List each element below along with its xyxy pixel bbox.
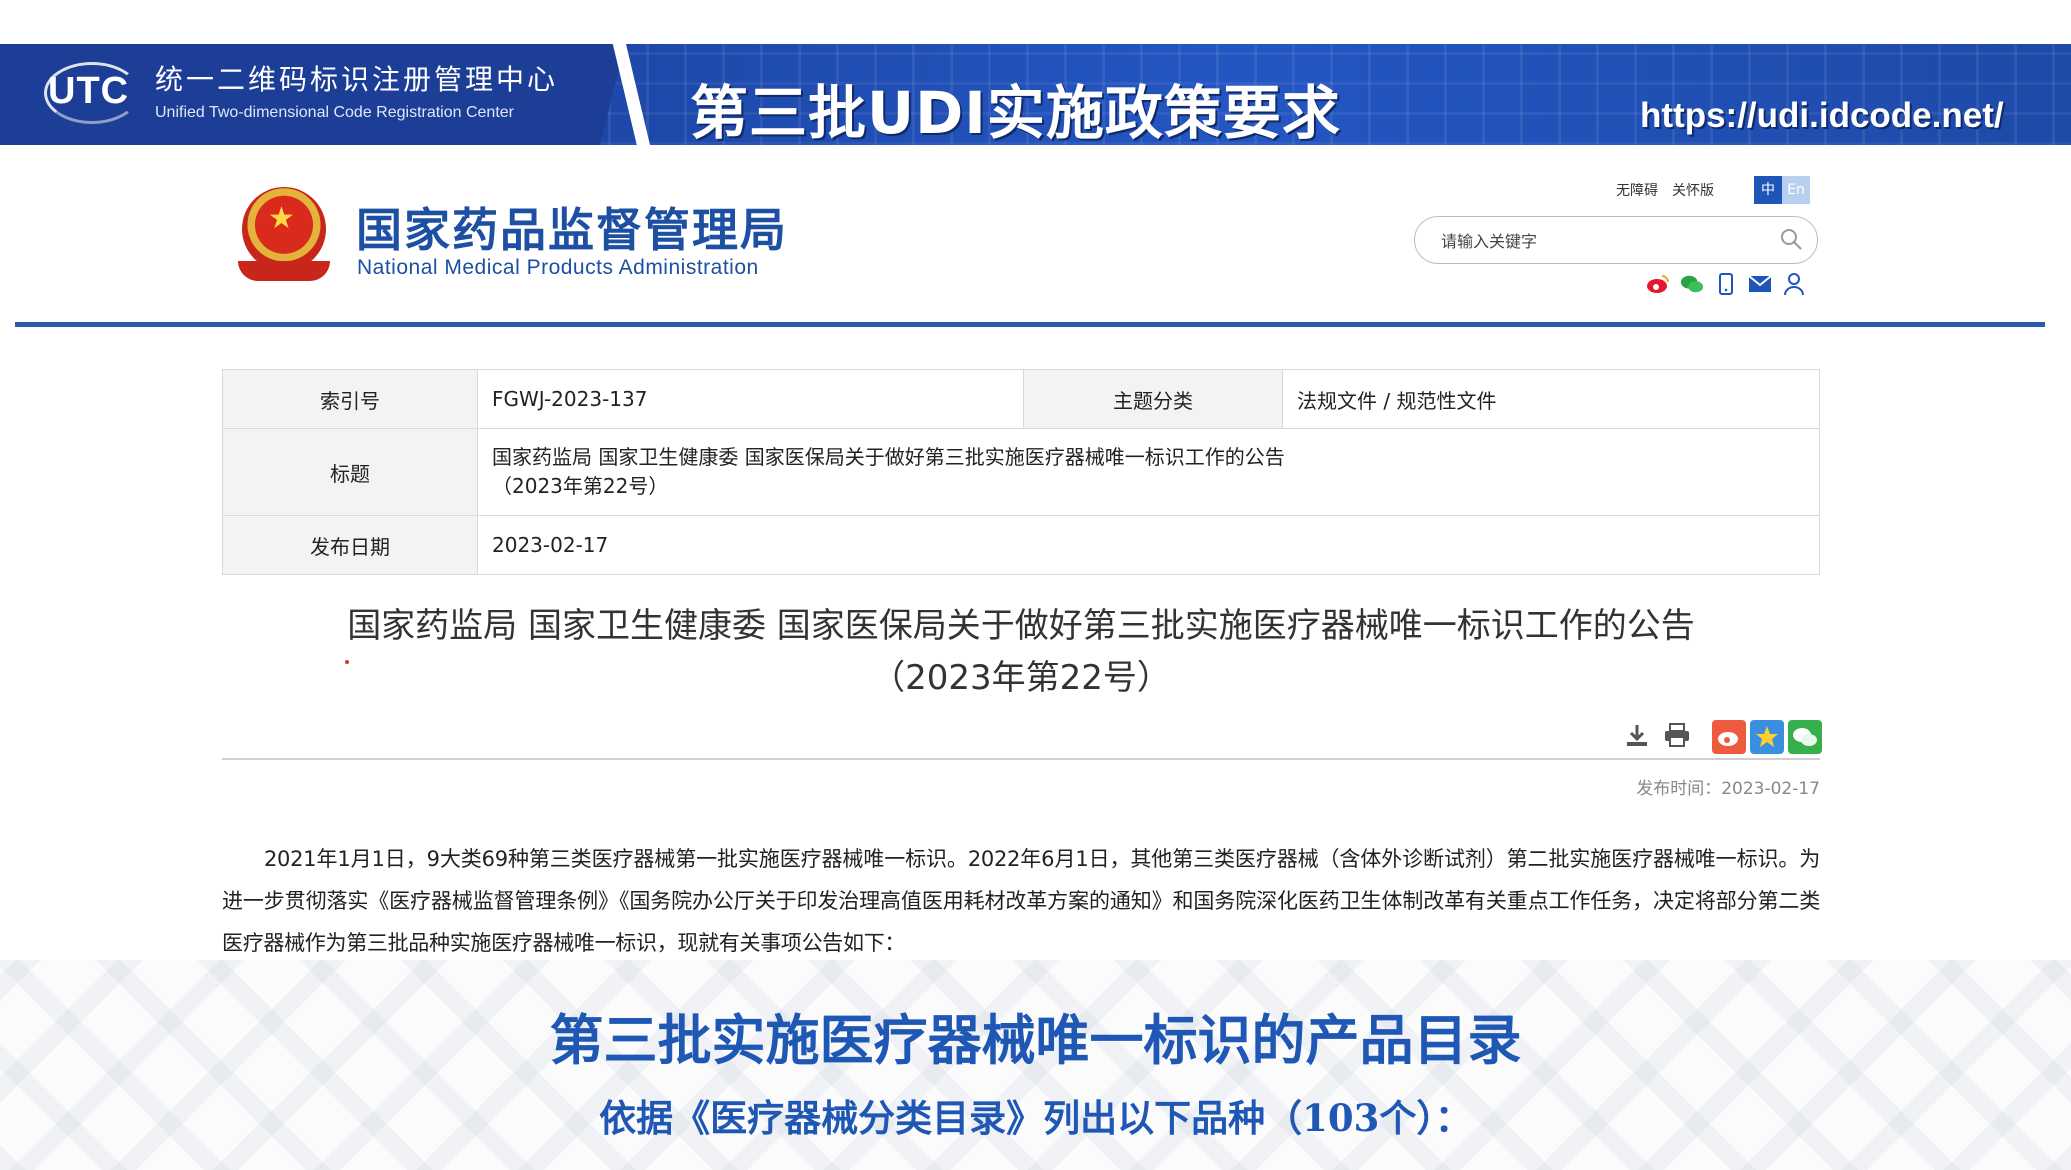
index-value: FGWJ-2023-137: [477, 369, 1024, 429]
print-icon[interactable]: [1662, 720, 1692, 750]
org-name-cn: 统一二维码标识注册管理中心: [155, 63, 559, 96]
article-title: 国家药监局 国家卫生健康委 国家医保局关于做好第三批实施医疗器械唯一标识工作的公…: [222, 600, 1820, 704]
weibo-share-icon[interactable]: [1712, 720, 1746, 754]
article-title-line2: （2023年第22号）: [871, 658, 1171, 698]
index-label: 索引号: [222, 369, 478, 429]
date-value: 2023-02-17: [477, 515, 1820, 575]
social-icons: [1646, 272, 1806, 296]
topic-value: 法规文件 / 规范性文件: [1282, 369, 1820, 429]
weibo-icon[interactable]: [1646, 272, 1670, 296]
care-mode-link[interactable]: 关怀版: [1672, 183, 1714, 199]
article-tools: [1622, 720, 1692, 750]
banner-url[interactable]: https://udi.idcode.net/: [1640, 96, 2004, 136]
accessibility-link[interactable]: 无障碍: [1616, 183, 1658, 199]
publish-time: 发布时间：2023-02-17: [1636, 779, 1820, 799]
national-emblem-icon: ★: [238, 187, 330, 283]
search-input[interactable]: [1439, 227, 1763, 255]
lang-en-button[interactable]: En: [1782, 176, 1810, 204]
search-icon[interactable]: [1779, 227, 1803, 251]
share-icons: [1712, 720, 1822, 754]
article-title-line1: 国家药监局 国家卫生健康委 国家医保局关于做好第三批实施医疗器械唯一标识工作的公…: [347, 606, 1695, 646]
org-name-en: Unified Two-dimensional Code Registratio…: [155, 104, 514, 121]
date-label: 发布日期: [222, 515, 478, 575]
utc-logo-icon: UTC: [44, 62, 144, 126]
title-value: 国家药监局 国家卫生健康委 国家医保局关于做好第三批实施医疗器械唯一标识工作的公…: [477, 428, 1820, 516]
mail-icon[interactable]: [1748, 272, 1772, 296]
banner-title: 第三批UDI实施政策要求: [690, 79, 1341, 147]
title-label: 标题: [222, 428, 478, 516]
qzone-share-icon[interactable]: [1750, 720, 1784, 754]
title-value-line1: 国家药监局 国家卫生健康委 国家医保局关于做好第三批实施医疗器械唯一标识工作的公…: [492, 445, 1285, 469]
search-box: [1414, 216, 1818, 264]
catalog-subheading: 依据《医疗器械分类目录》列出以下品种（103个）：: [599, 1096, 1472, 1140]
user-icon[interactable]: [1782, 272, 1806, 296]
emblem-star-icon: ★: [268, 201, 295, 236]
emblem-ribbon: [238, 261, 330, 281]
document-info-table: 索引号 FGWJ-2023-137 主题分类 法规文件 / 规范性文件 标题 国…: [222, 369, 1820, 575]
red-dot: [345, 660, 349, 664]
language-switch: 中 En: [1754, 176, 1810, 204]
topic-label: 主题分类: [1023, 369, 1283, 429]
lang-zh-button[interactable]: 中: [1754, 176, 1782, 204]
download-icon[interactable]: [1622, 720, 1652, 750]
logo-text: UTC: [48, 70, 130, 112]
catalog-heading: 第三批实施医疗器械唯一标识的产品目录: [549, 1009, 1522, 1072]
mobile-icon[interactable]: [1714, 272, 1738, 296]
site-name-cn[interactable]: 国家药品监督管理局: [356, 194, 788, 260]
article-body: 2021年1月1日，9大类69种第三类医疗器械第一批实施医疗器械唯一标识。202…: [222, 847, 1820, 955]
site-name-en[interactable]: National Medical Products Administration: [357, 256, 759, 280]
title-value-line2: （2023年第22号）: [492, 474, 669, 498]
top-links: 无障碍 关怀版: [1616, 180, 1728, 200]
header-divider: [15, 322, 2045, 327]
wechat-share-icon[interactable]: [1788, 720, 1822, 754]
wechat-icon[interactable]: [1680, 272, 1704, 296]
article-divider: [222, 758, 1820, 760]
